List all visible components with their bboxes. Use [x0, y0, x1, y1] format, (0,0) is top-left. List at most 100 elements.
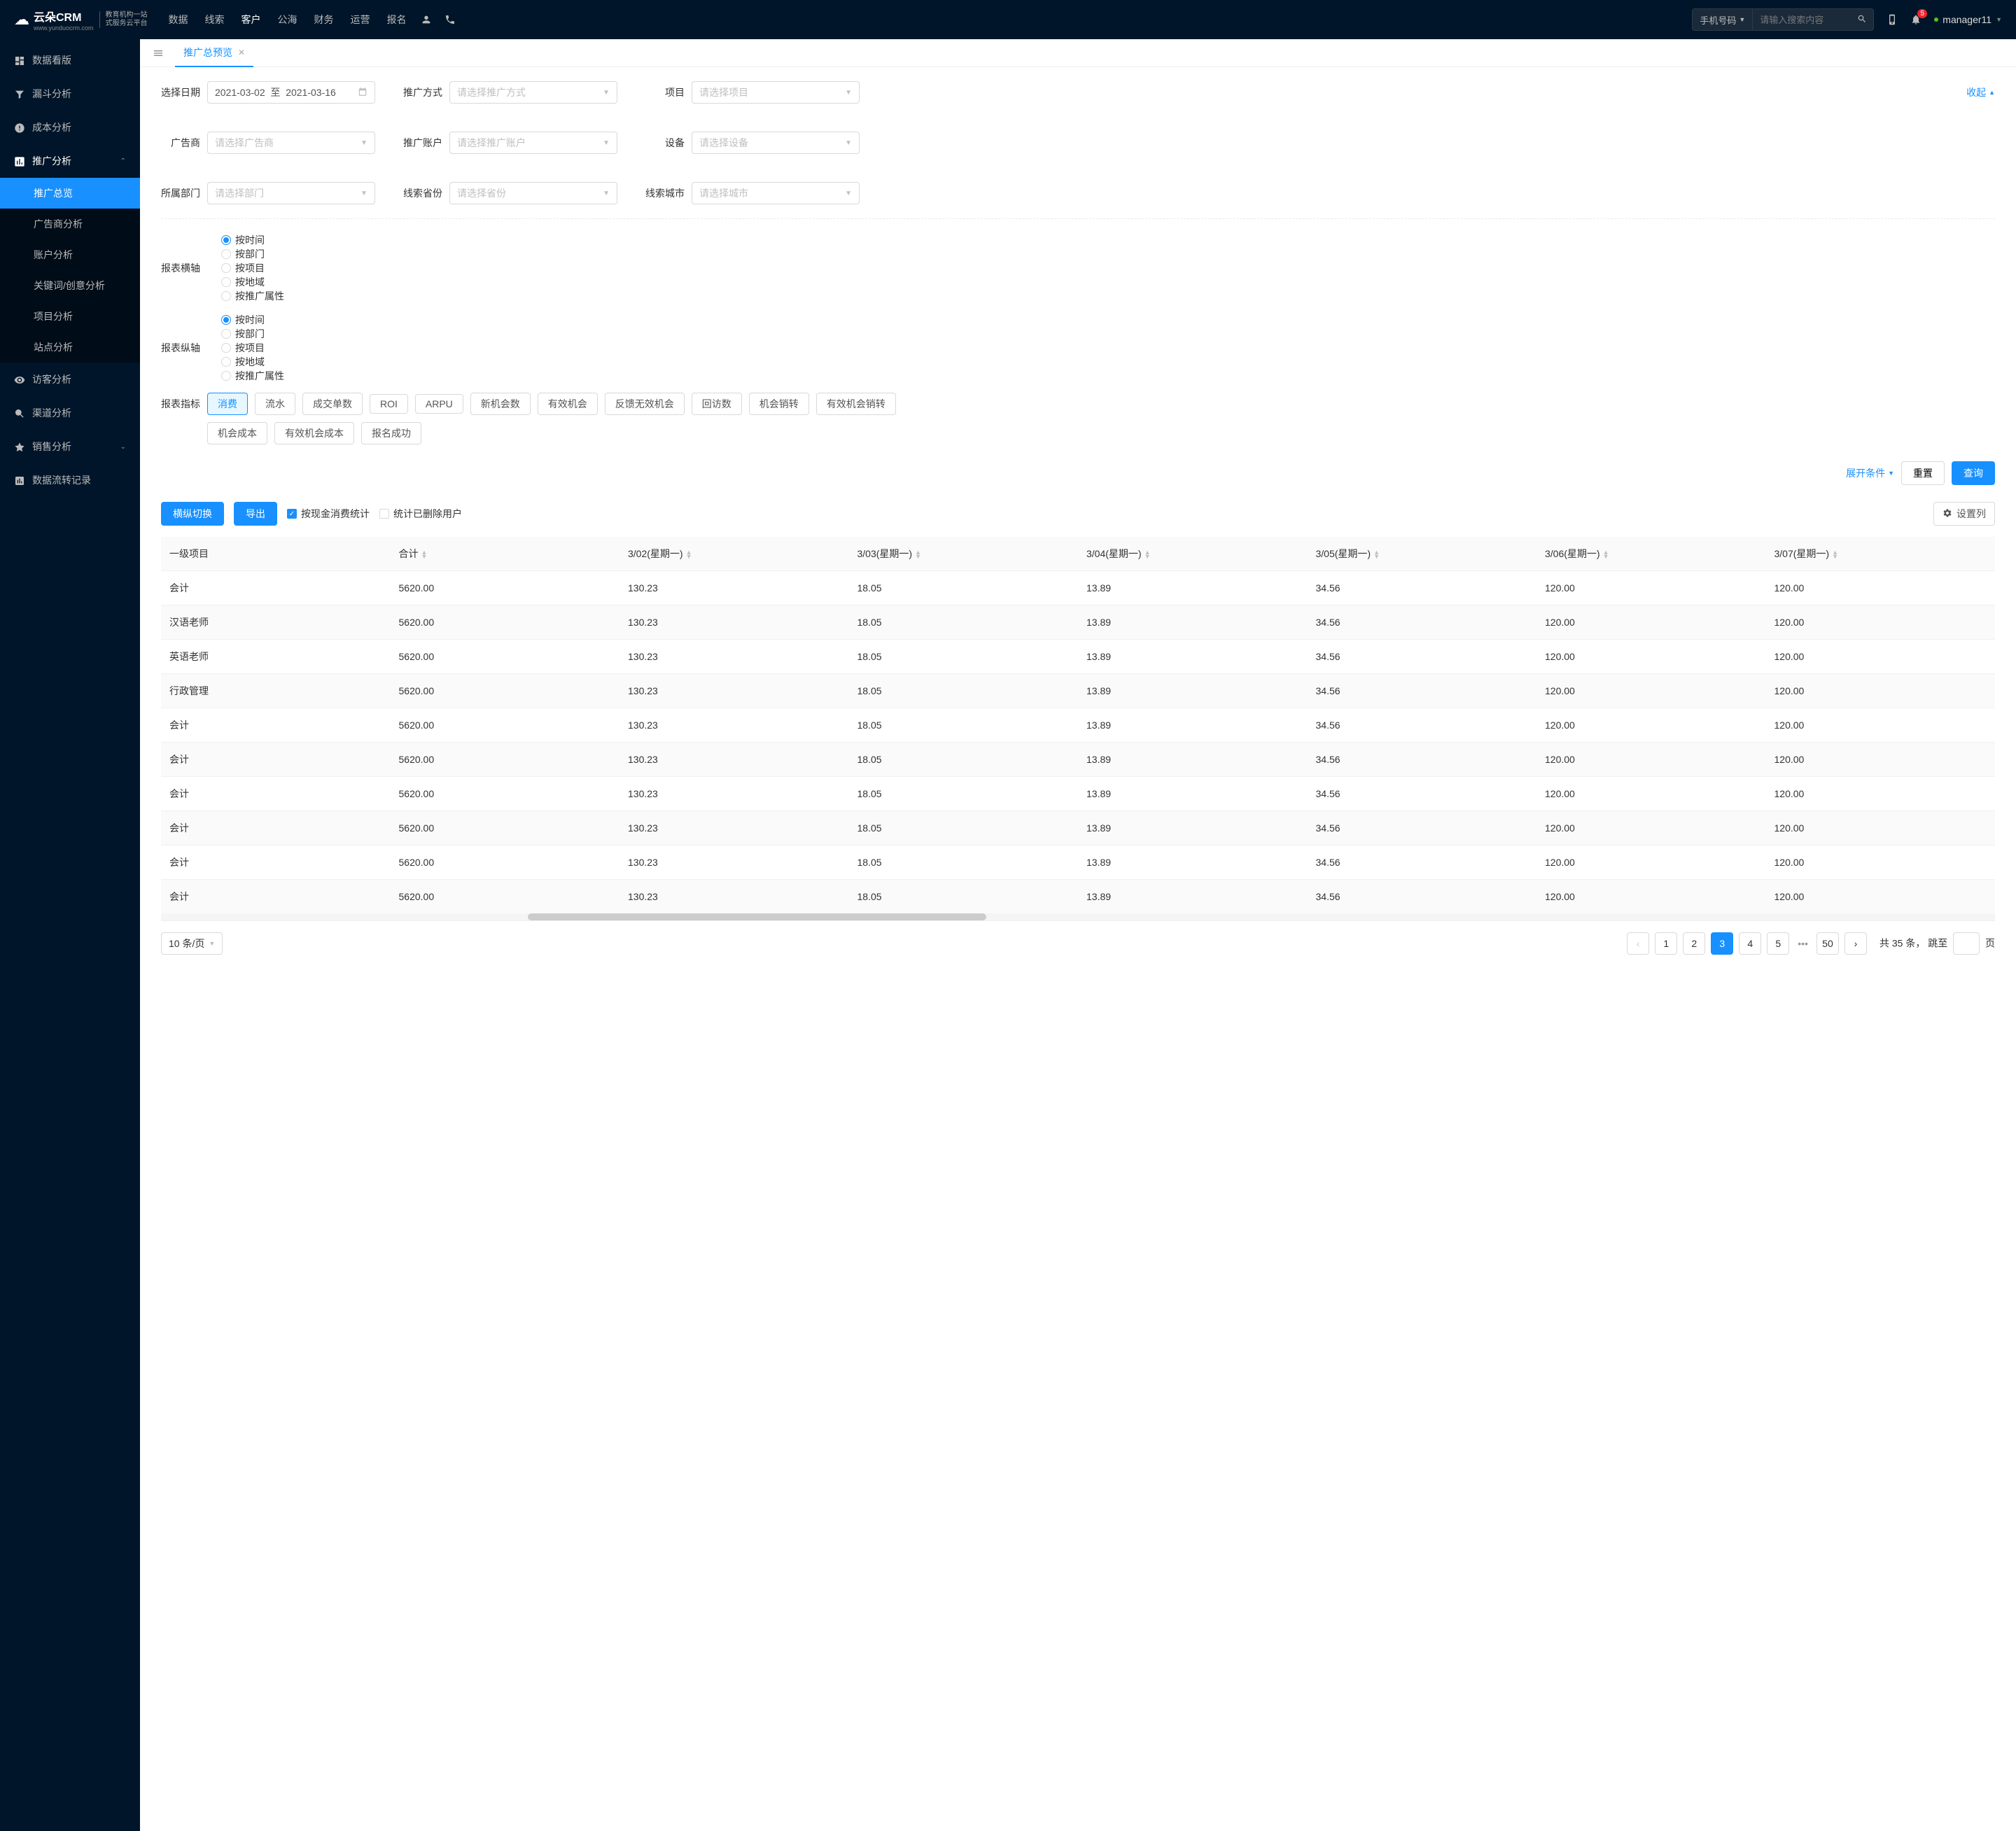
sidebar-sub-item[interactable]: 站点分析 [0, 332, 140, 363]
column-header[interactable]: 3/03(星期一)▲▼ [849, 537, 1079, 571]
search-input[interactable] [1753, 15, 1851, 25]
topnav-item[interactable]: 客户 [241, 13, 261, 27]
metric-tag[interactable]: 有效机会销转 [816, 393, 896, 415]
metric-tag[interactable]: 报名成功 [361, 422, 421, 444]
page-button[interactable]: 2 [1683, 932, 1705, 955]
select-city[interactable]: 请选择城市▼ [692, 182, 860, 204]
column-header[interactable]: 3/02(星期一)▲▼ [620, 537, 849, 571]
radio-option[interactable]: 按项目 [221, 261, 284, 275]
metric-tag[interactable]: 反馈无效机会 [605, 393, 685, 415]
sidebar-sub-item[interactable]: 广告商分析 [0, 209, 140, 239]
sort-icon[interactable]: ▲▼ [1603, 550, 1609, 559]
column-header[interactable]: 3/06(星期一)▲▼ [1536, 537, 1766, 571]
topnav-item[interactable]: 运营 [351, 13, 370, 27]
horizontal-scrollbar[interactable] [161, 913, 1995, 920]
topnav-item[interactable]: 数据 [169, 13, 188, 27]
next-page-button[interactable]: › [1844, 932, 1867, 955]
topnav-item[interactable]: 线索 [205, 13, 225, 27]
sidebar-sub-item[interactable]: 推广总览 [0, 178, 140, 209]
sidebar-item[interactable]: 访客分析 [0, 363, 140, 396]
checkbox-cash-consumption[interactable]: ✓按现金消费统计 [287, 507, 370, 521]
radio-option[interactable]: 按部门 [221, 247, 284, 261]
expand-conditions-link[interactable]: 展开条件 ▼ [1846, 466, 1894, 480]
page-button[interactable]: 4 [1739, 932, 1761, 955]
metric-tag[interactable]: 机会销转 [749, 393, 809, 415]
sort-icon[interactable]: ▲▼ [915, 550, 921, 559]
radio-option[interactable]: 按地域 [221, 275, 284, 289]
page-button[interactable]: 5 [1767, 932, 1789, 955]
jump-page-input[interactable] [1953, 932, 1980, 955]
checkbox-deleted-users[interactable]: 统计已删除用户 [379, 507, 462, 521]
export-button[interactable]: 导出 [234, 502, 277, 526]
sort-icon[interactable]: ▲▼ [1373, 550, 1380, 559]
metric-tag[interactable]: 消费 [207, 393, 248, 415]
sidebar-item[interactable]: 数据看版 [0, 43, 140, 77]
column-header[interactable]: 3/07(星期一)▲▼ [1766, 537, 1996, 571]
select-account[interactable]: 请选择推广账户▼ [449, 132, 617, 154]
sort-icon[interactable]: ▲▼ [1144, 550, 1151, 559]
sort-icon[interactable]: ▲▼ [686, 550, 692, 559]
logo[interactable]: ☁ 云朵CRM www.yunduocrm.com 教育机构一站 式服务云平台 [14, 8, 148, 31]
radio-option[interactable]: 按项目 [221, 341, 284, 355]
sidebar-item[interactable]: 成本分析 [0, 111, 140, 144]
user-icon[interactable] [421, 13, 432, 26]
page-button[interactable]: 1 [1655, 932, 1677, 955]
radio-option[interactable]: 按推广属性 [221, 369, 284, 383]
sidebar-item[interactable]: 数据流转记录 [0, 463, 140, 497]
sort-icon[interactable]: ▲▼ [1832, 550, 1838, 559]
switch-axis-button[interactable]: 横纵切换 [161, 502, 224, 526]
radio-option[interactable]: 按时间 [221, 233, 284, 247]
prev-page-button[interactable]: ‹ [1627, 932, 1649, 955]
sidebar-sub-item[interactable]: 关键词/创意分析 [0, 270, 140, 301]
column-header[interactable]: 3/05(星期一)▲▼ [1308, 537, 1537, 571]
select-project[interactable]: 请选择项目▼ [692, 81, 860, 104]
topnav-item[interactable]: 报名 [387, 13, 407, 27]
sidebar-item[interactable]: 推广分析⌃ [0, 144, 140, 178]
menu-collapse-icon[interactable] [147, 47, 169, 59]
topnav-item[interactable]: 公海 [278, 13, 298, 27]
select-method[interactable]: 请选择推广方式▼ [449, 81, 617, 104]
sort-icon[interactable]: ▲▼ [421, 550, 428, 559]
sidebar-sub-item[interactable]: 项目分析 [0, 301, 140, 332]
radio-option[interactable]: 按地域 [221, 355, 284, 369]
metric-tag[interactable]: 成交单数 [302, 393, 363, 415]
search-icon[interactable] [1851, 14, 1873, 26]
reset-button[interactable]: 重置 [1901, 461, 1945, 485]
metric-tag[interactable]: 流水 [255, 393, 295, 415]
metric-tag[interactable]: 回访数 [692, 393, 742, 415]
last-page-button[interactable]: 50 [1816, 932, 1839, 955]
metric-tag[interactable]: 机会成本 [207, 422, 267, 444]
select-province[interactable]: 请选择省份▼ [449, 182, 617, 204]
user-menu[interactable]: manager11 ▼ [1934, 14, 2002, 25]
column-header[interactable]: 合计▲▼ [391, 537, 620, 571]
select-dept[interactable]: 请选择部门▼ [207, 182, 375, 204]
sidebar-item[interactable]: 渠道分析 [0, 396, 140, 430]
radio-option[interactable]: 按时间 [221, 313, 284, 327]
query-button[interactable]: 查询 [1952, 461, 1995, 485]
close-icon[interactable]: ✕ [238, 48, 245, 57]
metric-tag[interactable]: ROI [370, 394, 408, 414]
sidebar-item[interactable]: 漏斗分析 [0, 77, 140, 111]
date-range-input[interactable]: 2021-03-02 至 2021-03-16 [207, 81, 375, 104]
sidebar-item[interactable]: 销售分析⌄ [0, 430, 140, 463]
search-type-select[interactable]: 手机号码 ▼ [1693, 9, 1753, 30]
select-advertiser[interactable]: 请选择广告商▼ [207, 132, 375, 154]
collapse-filters-link[interactable]: 收起 ▲ [1966, 81, 1995, 104]
phone-icon[interactable] [444, 13, 456, 26]
topnav-item[interactable]: 财务 [314, 13, 334, 27]
set-columns-button[interactable]: 设置列 [1933, 502, 1995, 526]
metric-tag[interactable]: 新机会数 [470, 393, 531, 415]
select-device[interactable]: 请选择设备▼ [692, 132, 860, 154]
metric-tag[interactable]: 有效机会成本 [274, 422, 354, 444]
column-header[interactable]: 3/04(星期一)▲▼ [1078, 537, 1308, 571]
sidebar-sub-item[interactable]: 账户分析 [0, 239, 140, 270]
metric-tag[interactable]: ARPU [415, 394, 463, 414]
radio-option[interactable]: 按推广属性 [221, 289, 284, 303]
mobile-icon[interactable] [1886, 13, 1898, 26]
metric-tag[interactable]: 有效机会 [538, 393, 598, 415]
page-button[interactable]: 3 [1711, 932, 1733, 955]
page-size-select[interactable]: 10 条/页 ▼ [161, 932, 223, 955]
radio-option[interactable]: 按部门 [221, 327, 284, 341]
bell-icon[interactable]: 5 [1910, 13, 1921, 26]
tab-promotion-overview[interactable]: 推广总预览 ✕ [175, 39, 253, 67]
